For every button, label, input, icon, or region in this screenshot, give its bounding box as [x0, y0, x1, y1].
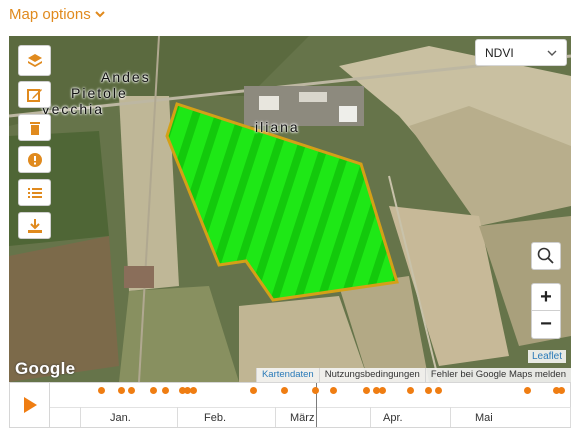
layers-icon: [27, 53, 42, 67]
trash-icon: [29, 121, 40, 135]
map-view[interactable]: Andes Pietole Vecchia iliana NDVI + − Le…: [9, 36, 571, 382]
month-tick: [370, 407, 371, 427]
info-icon: [27, 152, 42, 167]
attribution-bar: Kartendaten Nutzungsbedingungen Fehler b…: [255, 368, 571, 382]
month-tick: [450, 407, 451, 427]
month-label-feb: Feb.: [204, 412, 227, 424]
report-error-link[interactable]: Fehler bei Google Maps melden: [424, 368, 571, 382]
download-icon: [27, 218, 42, 233]
chevron-down-icon: [95, 11, 105, 18]
month-label-mai: Mai: [475, 412, 493, 424]
delete-button[interactable]: [18, 114, 51, 141]
image-date-dot[interactable]: [363, 387, 370, 394]
month-tick: [275, 407, 276, 427]
image-date-dot[interactable]: [128, 387, 135, 394]
image-date-dot[interactable]: [435, 387, 442, 394]
month-label-mar: März: [290, 412, 315, 424]
timeline[interactable]: Jan. Feb. März Apr. Mai: [9, 382, 571, 428]
image-date-dot[interactable]: [312, 387, 319, 394]
chevron-down-icon: [547, 50, 557, 56]
leaflet-attribution[interactable]: Leaflet: [528, 350, 567, 363]
search-button[interactable]: [531, 242, 561, 270]
timeline-divider: [50, 407, 570, 408]
image-date-dot[interactable]: [425, 387, 432, 394]
map-label-andes: Andes: [101, 69, 151, 85]
image-date-dot[interactable]: [118, 387, 125, 394]
play-button[interactable]: [10, 383, 50, 427]
timeline-track[interactable]: Jan. Feb. März Apr. Mai: [50, 383, 571, 427]
image-date-dot[interactable]: [190, 387, 197, 394]
download-button[interactable]: [18, 212, 51, 239]
month-label-jan: Jan.: [110, 412, 131, 424]
month-tick: [177, 407, 178, 427]
month-tick: [80, 407, 81, 427]
list-icon: [27, 187, 42, 198]
terms-link[interactable]: Nutzungsbedingungen: [318, 368, 425, 382]
month-label-apr: Apr.: [383, 412, 403, 424]
zoom-out-button[interactable]: −: [531, 311, 561, 339]
image-date-dot[interactable]: [379, 387, 386, 394]
image-date-dot[interactable]: [330, 387, 337, 394]
image-date-dot[interactable]: [524, 387, 531, 394]
list-button[interactable]: [18, 179, 51, 206]
map-options-label: Map options: [9, 5, 91, 23]
layer-select[interactable]: NDVI: [475, 39, 567, 66]
map-data-link[interactable]: Kartendaten: [255, 368, 319, 382]
map-label-iliana: iliana: [255, 119, 300, 135]
month-tick: [570, 407, 571, 427]
info-button[interactable]: [18, 146, 51, 173]
image-date-dot[interactable]: [281, 387, 288, 394]
zoom-in-button[interactable]: +: [531, 283, 561, 311]
layer-select-value: NDVI: [485, 45, 514, 60]
image-date-dot[interactable]: [407, 387, 414, 394]
image-date-dot[interactable]: [98, 387, 105, 394]
map-options-toggle[interactable]: Map options: [9, 4, 105, 24]
image-date-dot[interactable]: [250, 387, 257, 394]
search-icon: [537, 247, 554, 264]
image-date-dot[interactable]: [162, 387, 169, 394]
image-date-dot[interactable]: [150, 387, 157, 394]
play-icon: [23, 397, 37, 413]
edit-icon: [26, 88, 42, 102]
google-logo: Google: [15, 359, 76, 378]
edit-button[interactable]: [18, 81, 51, 108]
layers-button[interactable]: [18, 45, 51, 76]
map-label-pietole: Pietole: [71, 85, 128, 101]
image-date-dot[interactable]: [558, 387, 565, 394]
